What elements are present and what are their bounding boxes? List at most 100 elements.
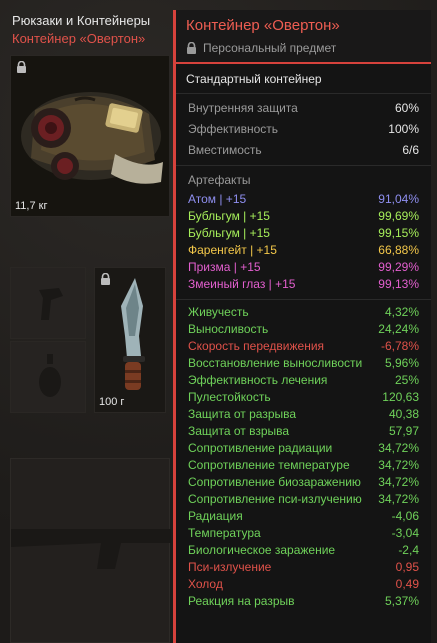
effect-row: Сопротивление радиации 34,72% — [188, 440, 419, 457]
effect-row-label: Температура — [188, 526, 261, 540]
artifact-row: Фаренгейт | +15 66,88% — [188, 242, 419, 259]
stat-label: Эффективность — [188, 122, 279, 136]
item-tooltip: Контейнер «Овертон» Персональный предмет… — [173, 10, 431, 643]
effect-row: Скорость передвижения -6,78% — [188, 338, 419, 355]
effect-row-value: 40,38 — [388, 407, 419, 421]
stat-value: 100% — [388, 122, 419, 136]
effect-row-value: -4,06 — [391, 509, 419, 523]
effect-row-label: Выносливость — [188, 322, 269, 336]
stat-row: Внутренняя защита 60% — [188, 98, 419, 119]
effect-row-label: Защита от разрыва — [188, 407, 297, 421]
knife-weight: 100 г — [99, 396, 125, 408]
artifacts-section: Артефакты Атом | +15 91,04% Бубльгум | +15… — [176, 166, 431, 300]
stat-label: Внутренняя защита — [188, 101, 298, 115]
container-item-image — [21, 92, 163, 184]
container-slot[interactable]: 11,7 кг — [10, 55, 170, 217]
effect-row-label: Сопротивление пси-излучению — [188, 492, 362, 506]
stat-row: Эффективность 100% — [188, 119, 419, 140]
effect-row-label: Эффективность лечения — [188, 373, 328, 387]
stat-label: Вместимость — [188, 143, 262, 157]
effect-row-label: Реакция на разрыв — [188, 594, 295, 608]
effect-row: Восстановление выносливости 5,96% — [188, 355, 419, 372]
effect-row-label: Пулестойкость — [188, 390, 271, 404]
artifact-row: Бубльгум | +15 99,15% — [188, 225, 419, 242]
effect-row-label: Восстановление выносливости — [188, 356, 363, 370]
effect-row: Защита от разрыва 40,38 — [188, 406, 419, 423]
slot-placeholder-icon — [39, 288, 63, 320]
effect-row: Выносливость 24,24% — [188, 321, 419, 338]
artifact-row-label: Фаренгейт | +15 — [188, 243, 277, 257]
artifact-row-value: 91,04% — [378, 192, 419, 206]
artifact-row-label: Призма | +15 — [188, 260, 261, 274]
effect-row-label: Биологическое заражение — [188, 543, 336, 557]
effect-row-label: Скорость передвижения — [188, 339, 325, 353]
effect-row-value: 25% — [394, 373, 419, 387]
artifact-row-value: 99,69% — [378, 209, 419, 223]
tooltip-item-type: Стандартный контейнер — [176, 64, 431, 94]
weapon-slot[interactable] — [10, 458, 171, 643]
effect-row-value: -6,78% — [380, 339, 419, 353]
effect-row-label: Радиация — [188, 509, 243, 523]
artifact-row-value: 99,15% — [378, 226, 419, 240]
effect-row-label: Сопротивление температуре — [188, 458, 350, 472]
effect-row-value: 4,32% — [384, 305, 419, 319]
effect-row-value: 120,63 — [382, 390, 419, 404]
effect-row: Сопротивление биозаражению 34,72% — [188, 474, 419, 491]
effect-row: Радиация -4,06 — [188, 508, 419, 525]
effect-row-label: Холод — [188, 577, 223, 591]
effect-row: Температура -3,04 — [188, 525, 419, 542]
artifact-row-value: 99,13% — [378, 277, 419, 291]
effect-row-label: Защита от взрыва — [188, 424, 290, 438]
effect-row: Пси-излучение 0,95 — [188, 559, 419, 576]
effect-row: Холод 0,49 — [188, 576, 419, 593]
artifacts-title: Артефакты — [188, 173, 251, 187]
equipment-slot-2[interactable] — [10, 341, 86, 413]
effect-row-value: 34,72% — [378, 475, 419, 489]
lock-icon — [187, 42, 196, 54]
effect-row-value: -3,04 — [391, 526, 419, 540]
artifact-row-label: Бубльгум | +15 — [188, 226, 270, 240]
tooltip-header: Контейнер «Овертон» Персональный предмет — [176, 10, 431, 64]
artifact-row: Призма | +15 99,29% — [188, 259, 419, 276]
artifact-row-label: Атом | +15 — [188, 192, 247, 206]
artifact-row-label: Бубльгум | +15 — [188, 209, 270, 223]
equipment-slot-1[interactable] — [10, 267, 86, 339]
effect-row-label: Сопротивление радиации — [188, 441, 333, 455]
effect-row: Живучесть 4,32% — [188, 304, 419, 321]
stats-section: Внутренняя защита 60% Эффективность 100%… — [176, 94, 431, 166]
lock-icon — [101, 273, 110, 285]
selected-item-name: Контейнер «Овертон» — [12, 31, 146, 46]
artifact-row: Бубльгум | +15 99,69% — [188, 208, 419, 225]
artifact-row-value: 66,88% — [378, 243, 419, 257]
effects-section: Живучесть 4,32% Выносливость 24,24% Скорость… — [176, 300, 431, 614]
knife-slot[interactable]: 100 г — [94, 267, 166, 413]
rifle-placeholder-icon — [11, 529, 171, 569]
effect-row-value: 5,37% — [384, 594, 419, 608]
artifacts-list: Атом | +15 91,04% Бубльгум | +15 99,69% Бубл… — [188, 191, 419, 293]
artifact-row-value: 99,29% — [378, 260, 419, 274]
inventory-header: Рюкзаки и Контейнеры Контейнер «Овертон» — [12, 12, 172, 48]
effect-row-label: Пси-излучение — [188, 560, 272, 574]
effect-row: Защита от взрыва 57,97 — [188, 423, 419, 440]
effect-row-value: 0,95 — [395, 560, 419, 574]
tooltip-subtitle: Персональный предмет — [203, 41, 337, 55]
tooltip-subtitle-row: Персональный предмет — [186, 39, 421, 57]
container-weight: 11,7 кг — [15, 200, 48, 212]
effect-row-label: Сопротивление биозаражению — [188, 475, 361, 489]
knife-item-image — [121, 278, 145, 390]
effect-row-value: 24,24% — [378, 322, 419, 336]
effect-row-value: -2,4 — [398, 543, 419, 557]
effect-row-label: Живучесть — [188, 305, 249, 319]
effect-row-value: 0,49 — [395, 577, 419, 591]
effects-list: Живучесть 4,32% Выносливость 24,24% Скорость… — [188, 304, 419, 610]
effect-row: Эффективность лечения 25% — [188, 372, 419, 389]
stat-value: 6/6 — [402, 143, 419, 157]
effect-row-value: 57,97 — [388, 424, 419, 438]
effect-row: Пулестойкость 120,63 — [188, 389, 419, 406]
tooltip-item-name: Контейнер «Овертон» — [186, 17, 340, 34]
effect-row: Реакция на разрыв 5,37% — [188, 593, 419, 610]
stat-row: Вместимость 6/6 — [188, 140, 419, 161]
category-title: Рюкзаки и Контейнеры — [12, 13, 151, 28]
effect-row-value: 5,96% — [384, 356, 419, 370]
artifact-row: Змеиный глаз | +15 99,13% — [188, 276, 419, 293]
